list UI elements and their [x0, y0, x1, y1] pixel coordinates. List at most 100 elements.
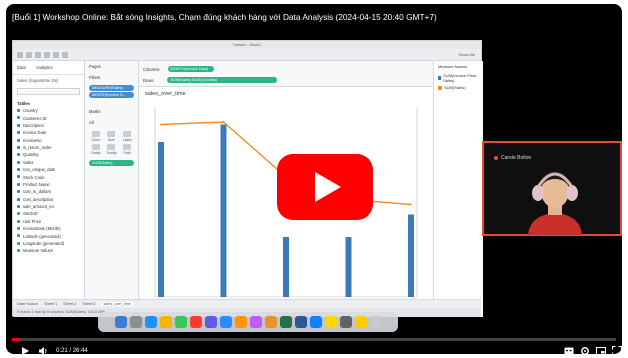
mark-path-button: Path: [120, 144, 134, 155]
rows-pill: SUM(Sales) SUM(Quantity): [167, 77, 278, 83]
sheet-tab: Sheet 3: [82, 302, 96, 306]
teams-icon: [204, 316, 217, 328]
zoom-icon: [219, 316, 232, 328]
field-item: Longitude (generated): [13, 240, 84, 247]
sheet-tab: Sheet 1: [44, 302, 58, 306]
files-icon: [354, 316, 367, 328]
field-item: Country: [13, 107, 84, 114]
player-controls: 0:21 / 26:44: [6, 344, 622, 354]
settings-icon: [339, 316, 352, 328]
progress-fill: [12, 338, 20, 341]
show-me-button: Show Me: [458, 52, 475, 57]
line-point: [222, 121, 225, 123]
volume-icon[interactable]: [38, 346, 48, 354]
shelves: Columns MONTH(Invoice Date) Rows SUM(Sal…: [139, 61, 433, 87]
tableau-icon: [264, 316, 277, 328]
field-item: Stock Code: [13, 173, 84, 180]
sheet-tabs: Data Source Sheet 1 Sheet 2 Sheet 3 sale…: [13, 299, 481, 308]
field-item: Sales: [13, 159, 84, 166]
field-item: Latitude (generated): [13, 232, 84, 239]
filter-pill: MEASURE(Sales): [89, 84, 134, 91]
time-total: 26:44: [72, 348, 88, 354]
sheet-title: sales_over_time: [145, 91, 186, 97]
mic-indicator-icon: [494, 156, 498, 160]
window-title: Tableau - Book1: [13, 41, 481, 49]
bar-mark: [158, 142, 164, 297]
tables-label: Tables: [17, 101, 30, 106]
field-item: Customer ID: [13, 114, 84, 121]
settings-icon[interactable]: [580, 346, 590, 354]
legend-swatch: [438, 76, 442, 80]
miniplayer-icon[interactable]: [596, 346, 606, 354]
notes-icon: [234, 316, 247, 328]
video-player[interactable]: [Buổi 1] Workshop Online: Bắt sóng Insig…: [6, 4, 622, 354]
marks-type: All: [89, 120, 94, 125]
marks-pill: SUM(Sales): [89, 159, 134, 166]
captions-icon[interactable]: [564, 346, 574, 354]
play-button[interactable]: [277, 154, 373, 220]
mark-size-button: Size: [105, 131, 119, 142]
field-item: is_return_order: [13, 144, 84, 151]
field-item: StockID: [13, 210, 84, 217]
mark-tooltip-button: Tooltip: [105, 144, 119, 155]
excel-icon: [279, 316, 292, 328]
field-item: non_unique_date: [13, 166, 84, 173]
bar-mark: [220, 124, 227, 297]
fullscreen-icon[interactable]: [612, 346, 622, 354]
new-datasource-icon: [44, 52, 50, 58]
columns-label: Columns: [143, 66, 160, 72]
marks-label: Marks: [89, 109, 101, 114]
field-item: cost_in_dollars: [13, 188, 84, 195]
podcasts-icon: [249, 316, 262, 328]
field-item: InvoiceDate (Month): [13, 225, 84, 232]
finder-icon: [114, 316, 127, 328]
field-item: InvoiceNo: [13, 137, 84, 144]
legend-swatch: [438, 85, 442, 90]
video-title: [Buổi 1] Workshop Online: Bắt sóng Insig…: [12, 12, 437, 22]
sheet-tab: Data Source: [17, 302, 39, 306]
bar-mark: [345, 237, 352, 297]
legend-pane: Measure Names SUM(Invoice Price Sales) S…: [433, 61, 483, 317]
sheet-tab: Sheet 2: [63, 302, 77, 306]
save-icon: [35, 52, 41, 58]
pages-label: Pages: [89, 64, 101, 69]
legend-item: SUM(Invoice Price Sales): [434, 72, 483, 84]
mac-dock: [98, 312, 398, 332]
play-icon[interactable]: [20, 346, 30, 354]
safari-icon: [144, 316, 157, 328]
messages-icon: [174, 316, 187, 328]
screen-share: Tableau - Book1 Show Me Data Analytics S…: [12, 40, 483, 317]
calendar-icon: [189, 316, 202, 328]
presenter-video: [528, 171, 582, 235]
field-item: Description: [13, 122, 84, 129]
progress-bar[interactable]: [12, 338, 616, 341]
cards-pane: Pages Filters MEASURE(Sales) MONTH(Invoi…: [85, 61, 139, 317]
sheet-tab-active: sales_over_time: [101, 302, 134, 306]
line-point: [410, 203, 412, 206]
folder-icon: [324, 316, 337, 328]
tab-data: Data: [17, 65, 26, 70]
legend-label: SUM(Invoice Price Sales): [443, 73, 477, 83]
mark-label-button: Label: [120, 131, 134, 142]
field-item: Measure Values: [13, 247, 84, 254]
appstore-icon: [309, 316, 322, 328]
toolbar: Show Me: [13, 49, 481, 61]
redo-icon: [26, 52, 32, 58]
field-item: Quantity: [13, 151, 84, 158]
filters-label: Filters: [89, 75, 101, 80]
mark-color-button: Color: [89, 131, 103, 142]
participant-label: Carole Bolton: [494, 155, 531, 161]
chrome-icon: [159, 316, 172, 328]
tab-analytics: Analytics: [35, 65, 53, 70]
legend-item: SUM(Sales): [434, 84, 483, 91]
trash-icon: [369, 316, 382, 328]
webcam-tile: Carole Bolton: [482, 141, 622, 236]
field-item: Invoice Date: [13, 129, 84, 136]
mark-detail-button: Detail: [89, 144, 103, 155]
swap-icon: [53, 52, 59, 58]
legend-title: Measure Names: [438, 64, 468, 69]
marks-buttons: Color Size Label Detail Tooltip Path: [85, 128, 138, 158]
datasource-name: Sales (Superstore Ds): [17, 78, 59, 83]
filter-pill: MONTH(Invoice D...: [89, 92, 134, 98]
columns-pill: MONTH(Invoice Date): [167, 66, 214, 72]
